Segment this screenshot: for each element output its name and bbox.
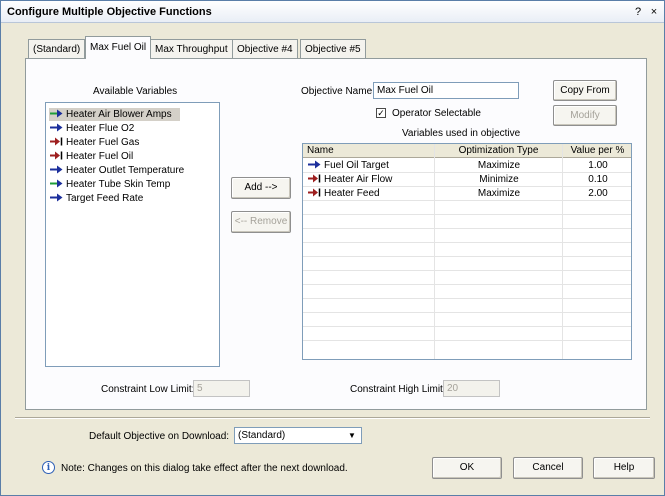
table-row[interactable]: Heater Feed bbox=[307, 187, 433, 201]
list-item[interactable]: Target Feed Rate bbox=[49, 192, 151, 205]
tab-objective-4[interactable]: Objective #4 bbox=[232, 39, 298, 58]
row-optimization-type[interactable]: Maximize bbox=[435, 187, 563, 201]
row-optimization-type[interactable]: Minimize bbox=[435, 173, 563, 187]
arrow-right-icon bbox=[50, 109, 63, 118]
objective-name-input[interactable]: Max Fuel Oil bbox=[373, 82, 519, 99]
configure-objectives-dialog: Configure Multiple Objective Functions ?… bbox=[0, 0, 665, 496]
column-header-optimization-type[interactable]: Optimization Type bbox=[435, 144, 563, 158]
operator-selectable-checkbox[interactable]: ✓ bbox=[376, 108, 386, 118]
arrow-right-icon bbox=[50, 123, 63, 132]
default-objective-select[interactable]: (Standard) ▼ bbox=[234, 427, 362, 444]
default-objective-value: (Standard) bbox=[238, 430, 286, 441]
list-item[interactable]: Heater Flue O2 bbox=[49, 122, 142, 135]
default-objective-label: Default Objective on Download: bbox=[89, 431, 230, 442]
ok-button[interactable]: OK bbox=[432, 457, 502, 479]
arrow-right-icon bbox=[50, 193, 63, 202]
arrow-right-icon bbox=[308, 160, 321, 169]
available-variables-title: Available Variables bbox=[93, 86, 178, 97]
objective-name-label: Objective Name bbox=[301, 86, 373, 97]
info-icon: i bbox=[42, 461, 55, 474]
arrow-bar-icon bbox=[308, 188, 321, 197]
list-item[interactable]: Heater Tube Skin Temp bbox=[49, 178, 178, 191]
list-item[interactable]: Heater Fuel Gas bbox=[49, 136, 147, 149]
row-value-per-percent[interactable]: 0.10 bbox=[563, 173, 631, 187]
tab-objective-5[interactable]: Objective #5 bbox=[300, 39, 366, 58]
operator-selectable-label: Operator Selectable bbox=[392, 108, 481, 119]
window-title: Configure Multiple Objective Functions bbox=[7, 6, 212, 18]
list-item[interactable]: Heater Air Blower Amps bbox=[49, 108, 180, 121]
list-item[interactable]: Heater Fuel Oil bbox=[49, 150, 141, 163]
list-item[interactable]: Heater Outlet Temperature bbox=[49, 164, 192, 177]
available-variables-list[interactable]: Heater Air Blower Amps Heater Flue O2 He… bbox=[45, 102, 220, 367]
arrow-bar-icon bbox=[50, 137, 63, 146]
add-button[interactable]: Add --> bbox=[231, 177, 291, 199]
tab-standard[interactable]: (Standard) bbox=[28, 39, 86, 58]
arrow-bar-icon bbox=[308, 174, 321, 183]
help-icon[interactable]: ? bbox=[631, 5, 645, 19]
chevron-down-icon[interactable]: ▼ bbox=[344, 429, 360, 442]
arrow-right-icon bbox=[50, 165, 63, 174]
constraint-high-limit-input[interactable]: 20 bbox=[443, 380, 500, 397]
column-header-value-per-percent[interactable]: Value per % bbox=[563, 144, 631, 158]
column-header-name[interactable]: Name bbox=[303, 144, 435, 158]
close-icon[interactable]: × bbox=[647, 5, 661, 19]
divider bbox=[15, 417, 650, 419]
modify-button[interactable]: Modify bbox=[553, 105, 617, 126]
note-text: Note: Changes on this dialog take effect… bbox=[61, 463, 348, 474]
copy-from-button[interactable]: Copy From bbox=[553, 80, 617, 101]
help-button[interactable]: Help bbox=[593, 457, 655, 479]
cancel-button[interactable]: Cancel bbox=[513, 457, 583, 479]
tab-max-throughput[interactable]: Max Throughput bbox=[150, 39, 233, 58]
row-value-per-percent[interactable]: 2.00 bbox=[563, 187, 631, 201]
arrow-right-icon bbox=[50, 179, 63, 188]
row-value-per-percent[interactable]: 1.00 bbox=[563, 159, 631, 173]
constraint-high-limit-label: Constraint High Limit: bbox=[350, 384, 446, 395]
table-row[interactable]: Heater Air Flow bbox=[307, 173, 433, 187]
tab-max-fuel-oil[interactable]: Max Fuel Oil bbox=[85, 36, 152, 59]
constraint-low-limit-label: Constraint Low Limit: bbox=[101, 384, 195, 395]
row-optimization-type[interactable]: Maximize bbox=[435, 159, 563, 173]
constraint-low-limit-input[interactable]: 5 bbox=[193, 380, 250, 397]
table-row[interactable]: Fuel Oil Target bbox=[307, 159, 433, 173]
objective-variables-grid[interactable]: Name Optimization Type Value per % Fuel … bbox=[302, 143, 632, 360]
remove-button[interactable]: <-- Remove bbox=[231, 211, 291, 233]
variables-used-title: Variables used in objective bbox=[402, 128, 521, 139]
arrow-bar-icon bbox=[50, 151, 63, 160]
title-bar[interactable]: Configure Multiple Objective Functions ?… bbox=[1, 1, 664, 23]
